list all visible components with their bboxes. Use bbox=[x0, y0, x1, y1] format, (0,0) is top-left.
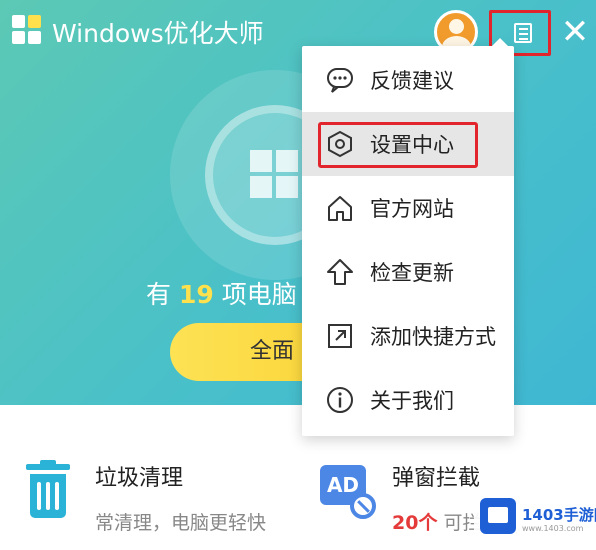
menu-item-label: 添加快捷方式 bbox=[370, 325, 496, 349]
close-icon[interactable]: ✕ bbox=[560, 14, 590, 50]
info-icon bbox=[327, 387, 353, 413]
watermark-logo-icon bbox=[480, 498, 516, 534]
main-menu-dropdown: 反馈建议 设置中心 官方网站 检查更新 添加快捷方式 关于我们 bbox=[302, 38, 514, 436]
menu-item-label: 检查更新 bbox=[370, 261, 454, 285]
menu-item-about[interactable]: 关于我们 bbox=[302, 368, 514, 432]
menu-icon bbox=[514, 23, 532, 43]
trash-icon[interactable] bbox=[26, 460, 70, 520]
issue-count: 19 bbox=[178, 280, 214, 309]
menu-item-update[interactable]: 检查更新 bbox=[302, 240, 514, 304]
watermark-url: www.1403.com bbox=[522, 524, 584, 533]
menu-item-feedback[interactable]: 反馈建议 bbox=[302, 48, 514, 112]
menu-item-label: 反馈建议 bbox=[370, 69, 454, 93]
watermark-text: 1403手游网 bbox=[522, 506, 596, 524]
junk-clean-desc: 常清理，电脑更轻快 bbox=[95, 512, 267, 534]
menu-item-label: 关于我们 bbox=[370, 389, 454, 413]
settings-highlight-box bbox=[318, 122, 478, 168]
menu-item-shortcut[interactable]: 添加快捷方式 bbox=[302, 304, 514, 368]
windows-logo-icon bbox=[12, 15, 42, 45]
site-watermark: 1403手游网 www.1403.com bbox=[474, 490, 596, 550]
popup-block-desc: 20个 可拦 bbox=[392, 512, 482, 534]
shortcut-icon bbox=[328, 324, 352, 348]
windows-logo-large-icon bbox=[250, 150, 300, 200]
app-title: Windows优化大师 bbox=[52, 19, 264, 48]
update-icon bbox=[327, 259, 353, 285]
menu-item-label: 官方网站 bbox=[370, 197, 454, 221]
ad-block-icon[interactable]: AD bbox=[320, 465, 376, 520]
issue-summary: 有 19 项电脑 bbox=[146, 280, 297, 309]
menu-item-website[interactable]: 官方网站 bbox=[302, 176, 514, 240]
junk-clean-title[interactable]: 垃圾清理 bbox=[95, 460, 183, 492]
popup-block-title[interactable]: 弹窗拦截 bbox=[392, 460, 480, 492]
home-icon bbox=[328, 196, 352, 221]
feedback-icon bbox=[327, 68, 353, 93]
